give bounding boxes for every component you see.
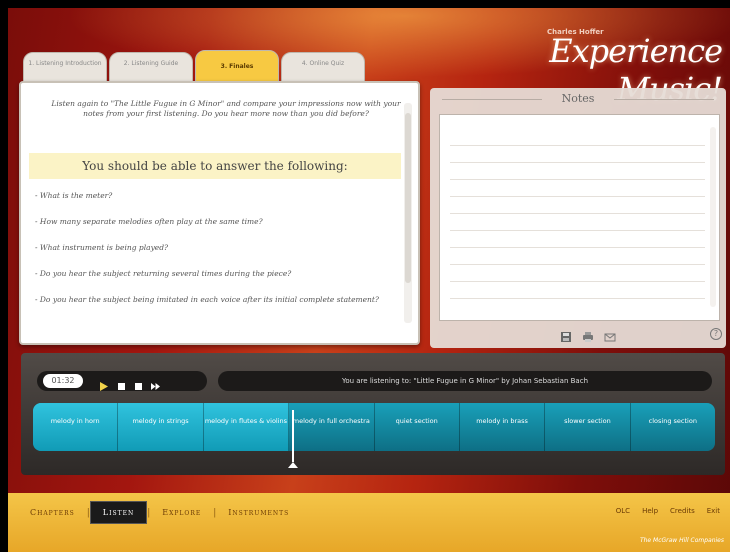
notes-textarea[interactable] [439,114,720,321]
timeline-section[interactable]: closing section [631,403,715,451]
notes-scrollbar[interactable] [710,127,716,307]
timeline-section[interactable]: slower section [545,403,631,451]
timeline-section[interactable]: quiet section [375,403,460,451]
olc-link[interactable]: OLC [616,507,630,515]
audio-player: 01:32 You are listening to: "Little Fugu… [21,353,725,475]
timeline-section[interactable]: melody in brass [460,403,546,451]
timeline-section[interactable]: melody in strings [118,403,204,451]
app-window: Charles Hoffer Experience Music! 1. List… [8,8,730,552]
timeline-section[interactable]: melody in full orchestra [289,403,375,451]
timeline-section[interactable]: melody in horn [33,403,119,451]
tab-listening-guide[interactable]: 2. Listening Guide [109,52,193,84]
help-icon[interactable]: ? [710,328,722,340]
scrollbar-thumb[interactable] [405,113,411,283]
playhead-marker-icon[interactable] [288,462,298,468]
tab-finales[interactable]: 3. Finales [195,50,279,84]
notes-toolbar [560,328,616,342]
help-link[interactable]: Help [642,507,658,515]
content-panel: Listen again to "The Little Fugue in G M… [19,81,420,345]
question-list: - What is the meter? - How many separate… [35,191,395,321]
stop-icon[interactable] [117,376,126,390]
nav-listen[interactable]: Listen [89,501,148,524]
question-item: - Do you hear the subject being imitated… [35,295,379,304]
playhead-line[interactable] [292,410,294,462]
play-icon[interactable] [99,376,108,391]
nav-explore[interactable]: Explore [150,502,213,523]
save-icon[interactable] [560,328,572,342]
email-icon[interactable] [604,328,616,342]
question-item: - What instrument is being played? [35,243,169,252]
tab-online-quiz[interactable]: 4. Online Quiz [281,52,365,84]
time-display: 01:32 [43,374,83,388]
bottom-bar: Chapters | Listen | Explore | Instrument… [8,493,730,552]
publisher-logo: The McGraw Hill Companies [639,537,724,544]
exit-link[interactable]: Exit [707,507,720,515]
nav-chapters[interactable]: Chapters [18,502,87,523]
fast-forward-icon[interactable] [151,376,160,390]
playback-controls: 01:32 [37,371,207,391]
pause-icon[interactable] [134,376,143,390]
nav-instruments[interactable]: Instruments [216,502,301,523]
notes-panel: Notes ? [430,88,726,348]
questions-banner: You should be able to answer the followi… [29,153,401,179]
intro-text: Listen again to "The Little Fugue in G M… [51,99,401,118]
main-nav: Chapters | Listen | Explore | Instrument… [18,501,301,524]
tab-bar: 1. Listening Introduction 2. Listening G… [23,48,365,84]
utility-links: OLC Help Credits Exit [616,507,720,515]
credits-link[interactable]: Credits [670,507,695,515]
print-icon[interactable] [582,328,594,342]
tab-listening-introduction[interactable]: 1. Listening Introduction [23,52,107,84]
notes-title: Notes [430,92,726,105]
question-item: - How many separate melodies often play … [35,217,263,226]
now-playing-bar: You are listening to: "Little Fugue in G… [218,371,712,391]
content-scrollbar[interactable] [404,103,412,323]
notes-lines [450,129,705,309]
section-timeline: melody in horn melody in strings melody … [33,403,715,451]
brand-logo: Charles Hoffer Experience Music! [507,18,723,108]
timeline-section[interactable]: melody in flutes & violins [203,403,290,451]
question-item: - Do you hear the subject returning seve… [35,269,292,278]
question-item: - What is the meter? [35,191,113,200]
